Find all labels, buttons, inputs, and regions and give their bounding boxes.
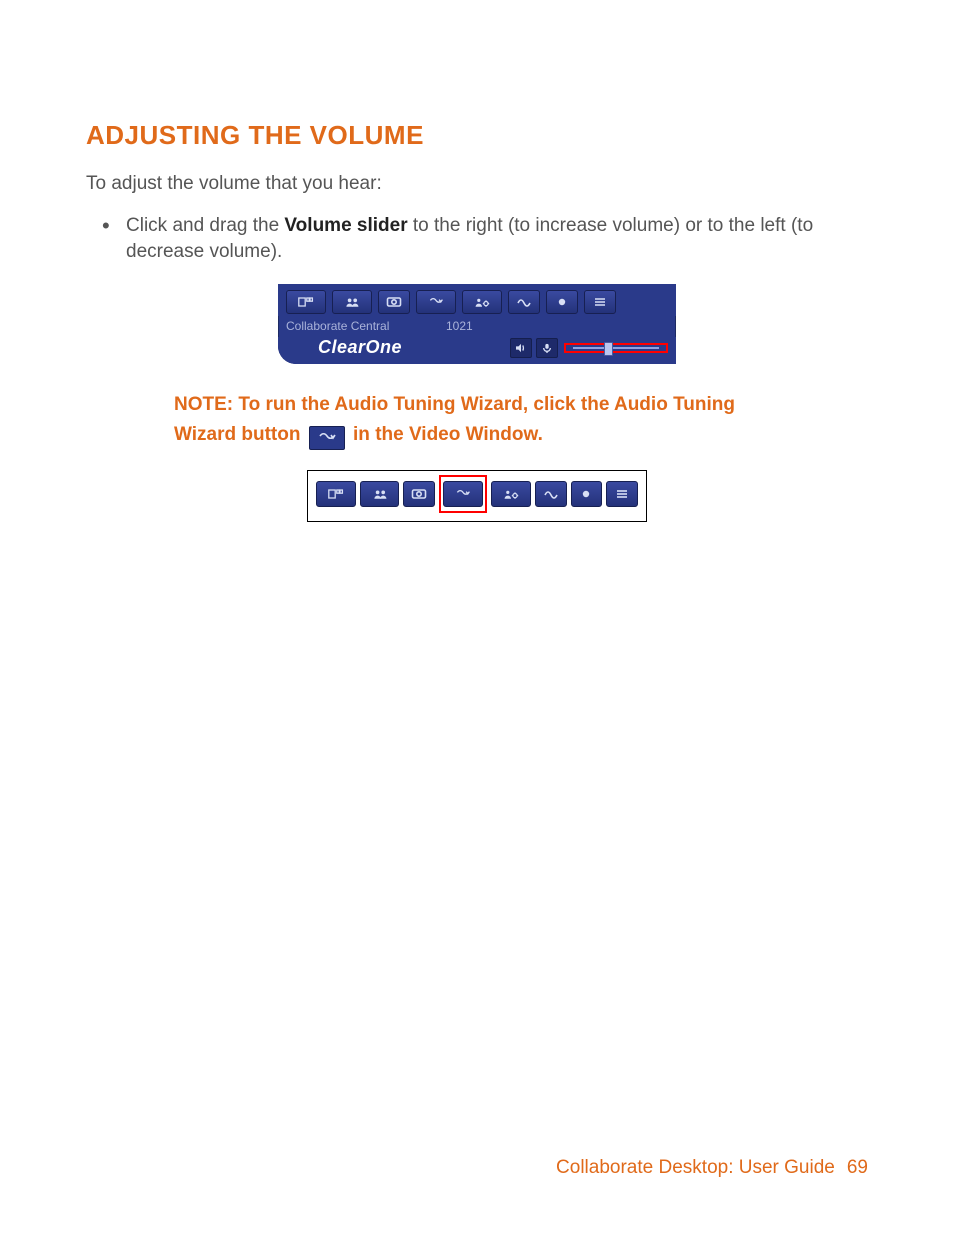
audio-tuning-wizard-inline-icon [309, 426, 345, 450]
document-page: ADJUSTING THE VOLUME To adjust the volum… [0, 0, 954, 1235]
volume-slider-highlight [564, 343, 668, 353]
figure1-status-row: Collaborate Central 1021 [278, 316, 676, 337]
footer-title: Collaborate Desktop: User Guide [556, 1157, 835, 1178]
volume-slider-thumb[interactable] [604, 342, 613, 356]
layout-icon[interactable] [316, 481, 356, 507]
layout-icon[interactable] [286, 290, 326, 314]
people-settings-icon[interactable] [491, 481, 531, 507]
intro-text: To adjust the volume that you hear: [86, 173, 868, 195]
status-label: Collaborate Central [286, 319, 446, 333]
microphone-icon[interactable] [536, 338, 558, 358]
users-icon[interactable] [360, 481, 400, 507]
list-icon[interactable] [606, 481, 638, 507]
instr-bold: Volume slider [284, 215, 407, 236]
audio-tuning-highlight [439, 475, 487, 513]
note-block: NOTE: To run the Audio Tuning Wizard, cl… [174, 390, 780, 449]
camera-icon[interactable] [378, 290, 410, 314]
instruction-list: Click and drag the Volume slider to the … [86, 213, 868, 264]
people-settings-icon[interactable] [462, 290, 502, 314]
note-label: NOTE: [174, 394, 233, 415]
wave-icon[interactable] [508, 290, 540, 314]
figure1-bottom-row: ClearOne [278, 337, 676, 364]
instr-pre: Click and drag the [126, 215, 284, 236]
audio-tuning-icon[interactable] [443, 481, 483, 507]
users-icon[interactable] [332, 290, 372, 314]
brand-logo: ClearOne [286, 337, 498, 358]
toolbar-icon-row [286, 290, 668, 314]
record-icon[interactable] [571, 481, 603, 507]
figure1-toolbar [278, 284, 676, 316]
wave-icon[interactable] [535, 481, 567, 507]
figure-volume-bar: Collaborate Central 1021 ClearOne [278, 284, 676, 364]
audio-tuning-icon[interactable] [416, 290, 456, 314]
list-icon[interactable] [584, 290, 616, 314]
record-icon[interactable] [546, 290, 578, 314]
footer-page-number: 69 [847, 1157, 868, 1178]
note-text-b: in the Video Window. [348, 424, 543, 445]
camera-icon[interactable] [403, 481, 435, 507]
section-heading: ADJUSTING THE VOLUME [86, 120, 868, 151]
instruction-item: Click and drag the Volume slider to the … [112, 213, 868, 264]
figure-toolbar-highlight [307, 470, 647, 522]
page-footer: Collaborate Desktop: User Guide 69 [556, 1157, 868, 1179]
status-value: 1021 [446, 319, 473, 333]
volume-slider[interactable] [573, 347, 659, 349]
speaker-icon[interactable] [510, 338, 532, 358]
